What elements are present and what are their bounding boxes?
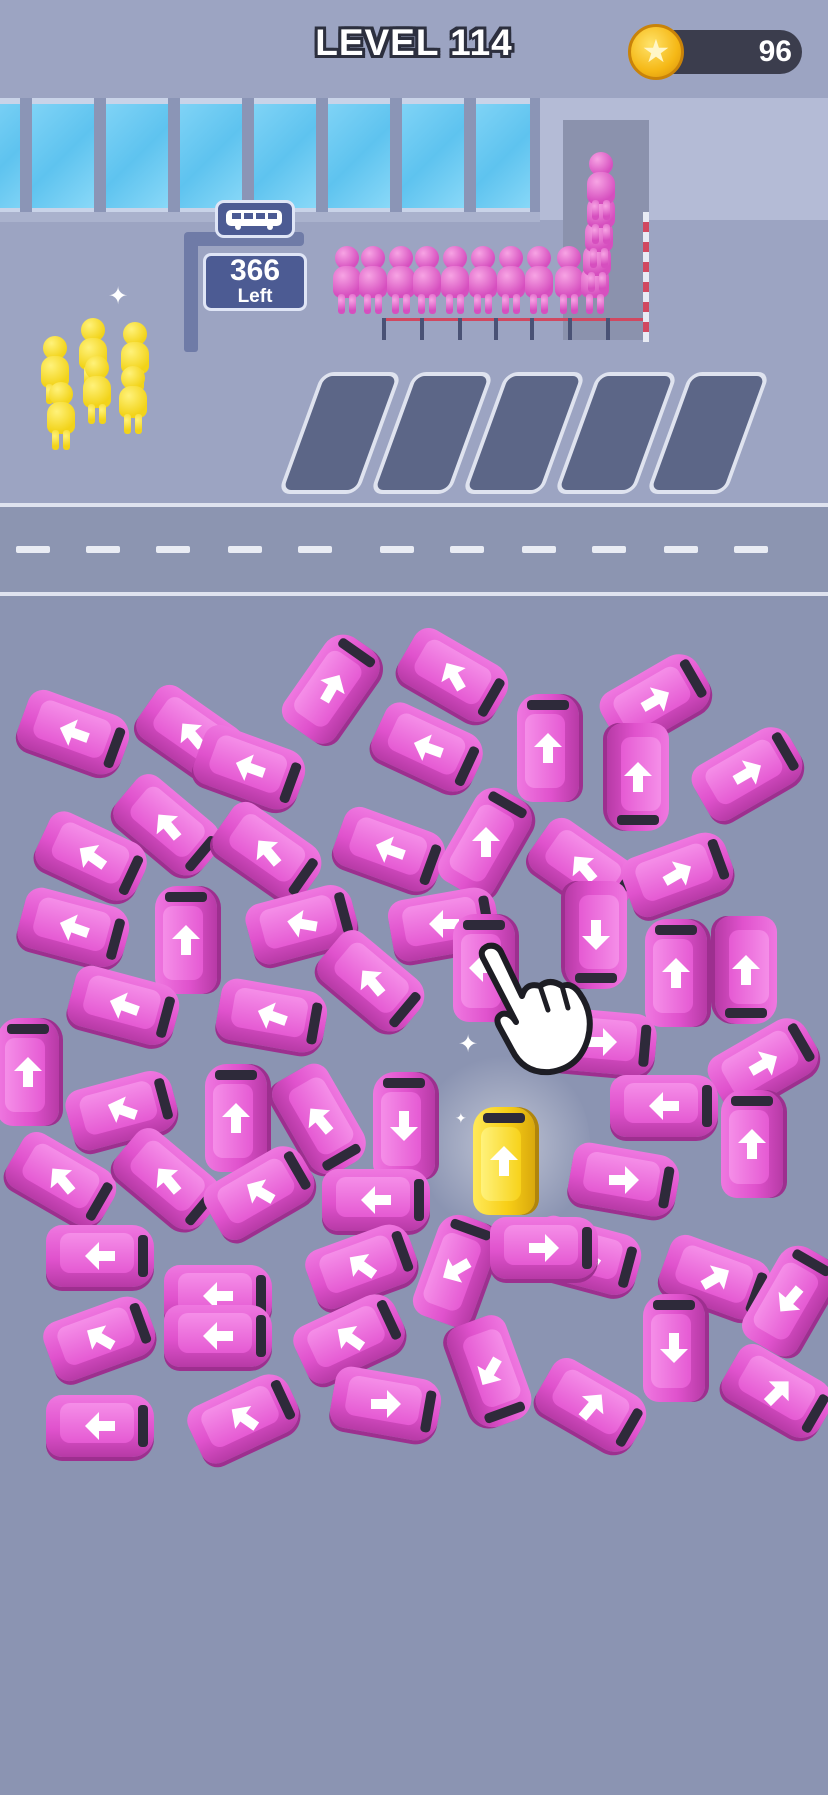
pink-van[interactable] [46, 1395, 154, 1457]
pink-van[interactable] [322, 1169, 430, 1231]
pink-van[interactable] [373, 1072, 435, 1180]
passengers-left-count: 366 [229, 254, 281, 287]
pink-passenger [522, 246, 556, 316]
pink-van[interactable] [46, 1225, 154, 1287]
pink-passenger [584, 152, 618, 222]
road-edge-line [0, 592, 828, 596]
road-edge-line [0, 503, 828, 507]
tutorial-pointer-hand-icon [478, 942, 593, 1076]
station-building [0, 98, 542, 216]
pink-van[interactable] [607, 723, 669, 831]
pink-van[interactable] [645, 919, 707, 1027]
yellow-passenger [80, 356, 114, 426]
coin-count: 96 [758, 35, 792, 68]
pink-van[interactable] [610, 1075, 718, 1137]
selected-yellow-van[interactable] [473, 1107, 535, 1215]
pink-van[interactable] [155, 886, 217, 994]
yellow-passenger [116, 366, 150, 436]
sparkle-icon: ✦ [455, 1110, 467, 1126]
queue-barrier-pole [643, 212, 649, 342]
pink-van[interactable] [205, 1064, 267, 1172]
pink-van[interactable] [517, 694, 579, 802]
pink-van[interactable] [0, 1018, 59, 1126]
sparkle-icon: ✦ [108, 283, 129, 310]
pink-van[interactable] [490, 1217, 598, 1279]
bus-icon [226, 210, 282, 230]
star-icon: ★ [641, 33, 671, 69]
road [0, 505, 828, 595]
pink-van[interactable] [643, 1294, 705, 1402]
passengers-left-label: Left [237, 286, 273, 307]
pink-van[interactable] [721, 1090, 783, 1198]
bus-stop-pole [184, 238, 198, 352]
yellow-passenger [44, 382, 78, 452]
pink-van[interactable] [164, 1305, 272, 1367]
pink-van[interactable] [715, 916, 777, 1024]
